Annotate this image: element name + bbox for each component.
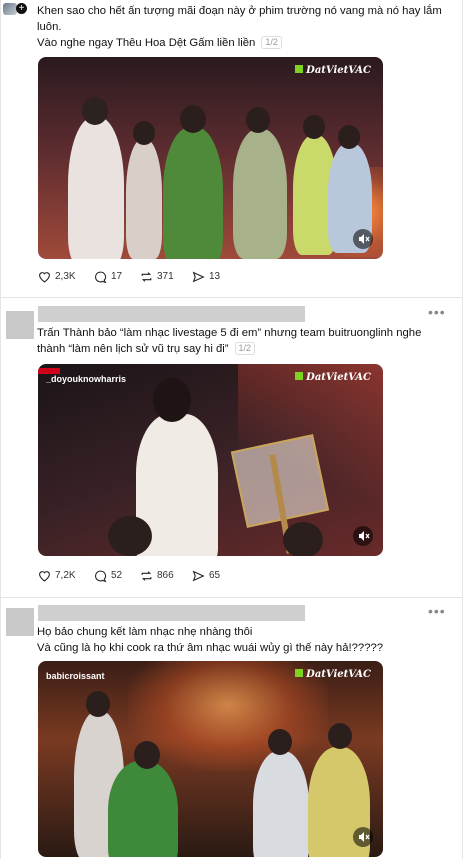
mute-icon[interactable] [353, 229, 373, 249]
heart-icon [39, 571, 50, 582]
performer-head [328, 723, 352, 749]
share-icon [192, 570, 205, 582]
performer-head [303, 115, 325, 139]
media-pager: 1/2 [234, 342, 256, 355]
comment-count: 52 [111, 570, 123, 581]
post-text-line: Khen sao cho hết ấn tượng mãi đoạn này ở… [37, 5, 442, 33]
follow-plus-icon[interactable]: + [16, 3, 27, 14]
more-options-icon[interactable]: ••• [428, 304, 446, 320]
share-icon [192, 271, 205, 283]
performer-head [134, 741, 160, 769]
comment-icon [95, 271, 107, 283]
performer-head [338, 125, 360, 149]
performer-head [86, 691, 110, 717]
avatar[interactable] [6, 311, 34, 339]
post-text-line: Vào nghe ngay Thêu Hoa Dệt Gấm liền liền [37, 37, 256, 49]
post-text: Họ bảo chung kết làm nhạc nhẹ nhàng thôi… [37, 624, 449, 656]
post-text-line: Họ bảo chung kết làm nhạc nhẹ nhàng thôi [37, 626, 253, 638]
like-count: 2,3K [55, 271, 76, 282]
like-count: 7,2K [55, 570, 76, 581]
post-text: Khen sao cho hết ấn tượng mãi đoạn này ở… [37, 3, 449, 51]
performer [126, 139, 162, 259]
post-text-line: Trấn Thành bảo “làm nhạc livestage 5 đi … [37, 327, 422, 355]
repost-icon [141, 272, 152, 282]
performer-head [283, 522, 323, 556]
post-actions: 7,2K 52 866 65 [38, 568, 288, 584]
username-redacted[interactable] [38, 605, 305, 621]
performer [233, 129, 287, 259]
heart-icon [39, 272, 50, 283]
comment-count: 17 [111, 271, 123, 282]
post-video[interactable]: DatVietVAC [38, 57, 383, 259]
performer-head [246, 107, 270, 133]
more-options-icon[interactable]: ••• [428, 603, 446, 619]
watermark: DatVietVAC [295, 669, 371, 680]
post-2[interactable]: ••• Trấn Thành bảo “làm nhạc livestage 5… [1, 298, 462, 596]
share-count: 65 [209, 570, 221, 581]
repost-count: 866 [157, 570, 174, 581]
performer [253, 751, 309, 857]
performer [163, 127, 223, 259]
post-video[interactable]: babicroissant DatVietVAC [38, 661, 383, 857]
avatar[interactable] [3, 3, 17, 15]
watermark: DatVietVAC [295, 65, 371, 76]
comment-icon [95, 570, 107, 582]
performer [108, 761, 178, 857]
repost-icon [141, 571, 152, 581]
feed: + Khen sao cho hết ấn tượng mãi đoạn này… [0, 0, 463, 859]
share-count: 13 [209, 271, 221, 282]
performer-head [180, 105, 206, 133]
watermark: DatVietVAC [295, 372, 371, 383]
post-1[interactable]: + Khen sao cho hết ấn tượng mãi đoạn này… [1, 0, 462, 296]
post-text-line: Và cũng là họ khi cook ra thứ âm nhạc wu… [37, 642, 384, 654]
video-handle: _doyouknowharris [46, 374, 127, 384]
repost-count: 371 [157, 271, 174, 282]
performer-head [108, 516, 152, 556]
mute-icon[interactable] [353, 526, 373, 546]
media-pager: 1/2 [261, 36, 282, 49]
performer-head [133, 121, 155, 145]
performer [68, 117, 124, 259]
username-redacted[interactable] [38, 306, 305, 322]
post-actions: 2,3K 17 371 13 [38, 269, 288, 285]
post-text: Trấn Thành bảo “làm nhạc livestage 5 đi … [37, 325, 449, 357]
post-3[interactable]: ••• Họ bảo chung kết làm nhạc nhẹ nhàng … [1, 598, 462, 859]
performer-head [153, 378, 191, 422]
video-handle: babicroissant [46, 671, 105, 681]
mute-icon[interactable] [353, 827, 373, 847]
performer-head [268, 729, 292, 755]
performer-head [82, 97, 108, 125]
avatar[interactable] [6, 608, 34, 636]
post-video[interactable]: _doyouknowharris DatVietVAC [38, 364, 383, 556]
